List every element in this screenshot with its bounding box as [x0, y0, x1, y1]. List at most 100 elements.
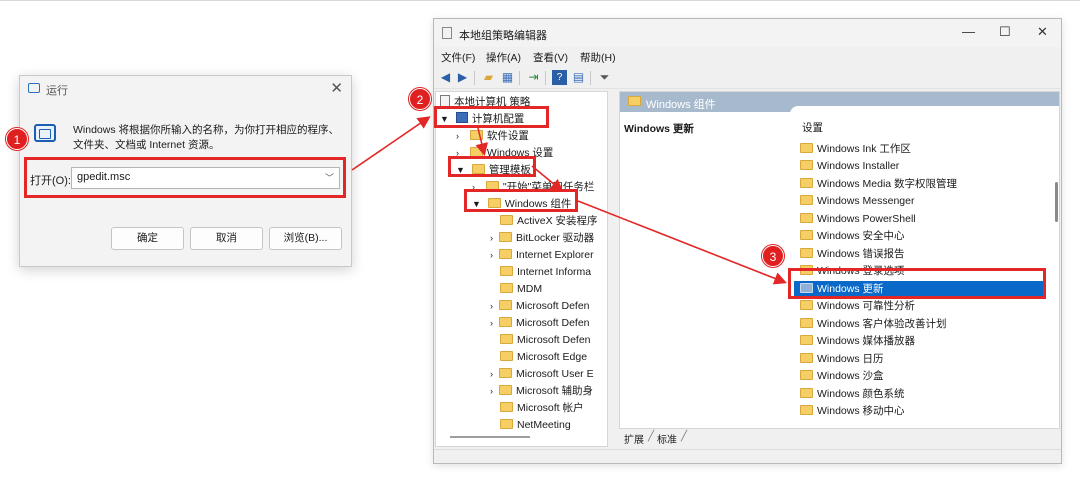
list-item[interactable]: Windows 可靠性分析	[800, 298, 1046, 314]
gpedit-title-bar: 本地组策略编辑器 — ☐ ✕	[434, 19, 1061, 47]
tree-child[interactable]: Microsoft Edge	[490, 349, 587, 365]
export-list-icon[interactable]: ⇥	[526, 70, 541, 85]
tree-child[interactable]: › Microsoft Defen	[490, 298, 590, 314]
run-app-icon	[28, 83, 40, 93]
folder-icon	[800, 335, 813, 345]
tree-horizontal-scrollbar[interactable]	[450, 436, 530, 438]
chevron-right-icon[interactable]: ›	[490, 318, 493, 328]
settings-list: 设置 Windows Ink 工作区 Windows Installer Win…	[790, 106, 1059, 428]
close-icon[interactable]: ✕	[330, 79, 343, 97]
chevron-right-icon[interactable]: ›	[490, 250, 493, 260]
tree-child[interactable]: › BitLocker 驱动器	[490, 230, 594, 246]
folder-icon	[500, 283, 513, 293]
run-description: Windows 将根据你所输入的名称，为你打开相应的程序、文件夹、文档或 Int…	[73, 124, 340, 151]
tree-child[interactable]: NetMeeting	[490, 417, 571, 433]
folder-icon	[499, 385, 512, 395]
step-badge-1: 1	[6, 128, 28, 150]
menu-file[interactable]: 文件(F)	[441, 50, 475, 65]
details-vertical-scrollbar[interactable]	[1055, 182, 1058, 222]
highlight-computer-config	[434, 106, 549, 128]
chevron-right-icon[interactable]: ›	[456, 131, 459, 141]
run-program-icon	[34, 124, 56, 142]
folder-icon	[499, 249, 512, 259]
filter-icon[interactable]: ⏷	[597, 70, 612, 85]
folder-icon	[499, 300, 512, 310]
help-icon[interactable]: ?	[552, 70, 567, 85]
list-item[interactable]: Windows 日历	[800, 351, 1046, 367]
list-item[interactable]: Windows 沙盒	[800, 368, 1046, 384]
gpedit-window: 本地组策略编辑器 — ☐ ✕ 文件(F) 操作(A) 查看(V) 帮助(H) ◀…	[433, 18, 1062, 464]
tab-standard[interactable]: 标准	[657, 431, 677, 446]
forward-arrow-icon[interactable]: ▶	[455, 70, 470, 85]
settings-column-header[interactable]: 设置	[802, 120, 823, 135]
view-tabs: 扩展 ╱ 标准 ╱	[620, 429, 1060, 447]
chevron-right-icon[interactable]: ›	[490, 301, 493, 311]
back-arrow-icon[interactable]: ◀	[438, 70, 453, 85]
tab-divider: ╱	[681, 431, 688, 442]
list-item[interactable]: Windows 客户体验改善计划	[800, 316, 1046, 332]
folder-icon	[800, 370, 813, 380]
tree-item-software-settings[interactable]: › 软件设置	[456, 128, 529, 144]
list-item[interactable]: Windows 移动中心	[800, 403, 1046, 419]
maximize-icon[interactable]: ☐	[999, 24, 1011, 40]
tree-child[interactable]: Microsoft 帐户	[490, 400, 584, 416]
tree-child[interactable]: › Microsoft Defen	[490, 315, 590, 331]
list-item[interactable]: Windows PowerShell	[800, 211, 1046, 227]
folder-icon	[800, 143, 813, 153]
folder-icon	[800, 230, 813, 240]
tree-child[interactable]: ActiveX 安装程序	[490, 213, 598, 229]
gpedit-title: 本地组策略编辑器	[459, 30, 547, 42]
folder-icon	[500, 266, 513, 276]
folder-icon	[499, 317, 512, 327]
menu-view[interactable]: 查看(V)	[533, 50, 568, 65]
list-item[interactable]: Windows 颜色系统	[800, 386, 1046, 402]
highlight-run-input	[24, 157, 346, 198]
list-item[interactable]: Windows 错误报告	[800, 246, 1046, 262]
folder-icon	[500, 419, 513, 429]
tab-extended[interactable]: 扩展	[624, 431, 644, 446]
folder-icon	[500, 215, 513, 225]
toolbar-separator	[545, 71, 546, 85]
highlight-windows-components	[464, 189, 578, 212]
folder-icon	[800, 353, 813, 363]
menu-help[interactable]: 帮助(H)	[580, 50, 616, 65]
tree-child[interactable]: Microsoft Defen	[490, 332, 591, 348]
folder-icon	[800, 195, 813, 205]
tree-child[interactable]: Internet Informa	[490, 264, 591, 280]
list-item[interactable]: Windows Media 数字权限管理	[800, 176, 1046, 192]
chevron-right-icon[interactable]: ›	[490, 233, 493, 243]
list-item[interactable]: Windows Ink 工作区	[800, 141, 1046, 157]
chevron-right-icon[interactable]: ›	[490, 369, 493, 379]
folder-icon	[628, 96, 641, 106]
tree-child[interactable]: MDM	[490, 281, 542, 297]
step-badge-2: 2	[409, 88, 431, 110]
ok-button[interactable]: 确定	[111, 227, 184, 250]
window-close-icon[interactable]: ✕	[1037, 24, 1048, 40]
list-item[interactable]: Windows Installer	[800, 158, 1046, 174]
list-item[interactable]: Windows 媒体播放器	[800, 333, 1046, 349]
tree-child[interactable]: › Microsoft User E	[490, 366, 594, 382]
tree-vertical-scrollbar[interactable]	[607, 174, 608, 234]
highlight-windows-update	[788, 268, 1046, 299]
folder-icon	[800, 248, 813, 258]
list-item[interactable]: Windows Messenger	[800, 193, 1046, 209]
list-item[interactable]: Windows 安全中心	[800, 228, 1046, 244]
details-header-title: Windows 组件	[646, 99, 716, 111]
top-divider	[0, 0, 1080, 1]
folder-icon	[500, 402, 513, 412]
cancel-button[interactable]: 取消	[190, 227, 263, 250]
browse-button[interactable]: 浏览(B)...	[269, 227, 342, 250]
show-hide-tree-icon[interactable]: ▦	[500, 70, 515, 85]
minimize-icon[interactable]: —	[962, 24, 975, 39]
tree-child[interactable]: › Microsoft 辅助身	[490, 383, 593, 399]
folder-up-icon[interactable]: ▰	[481, 70, 496, 85]
folder-icon	[499, 232, 512, 242]
tree-pane: 本地计算机 策略 ▼ 计算机配置 › 软件设置 › Windows 设置 ▼ 管…	[435, 91, 608, 447]
toolbar-separator	[590, 71, 591, 85]
highlight-admin-templates	[448, 156, 536, 177]
tree-child[interactable]: › Internet Explorer	[490, 247, 594, 263]
chevron-right-icon[interactable]: ›	[490, 386, 493, 396]
folder-icon	[800, 318, 813, 328]
menu-action[interactable]: 操作(A)	[486, 50, 521, 65]
properties-icon[interactable]: ▤	[571, 70, 586, 85]
